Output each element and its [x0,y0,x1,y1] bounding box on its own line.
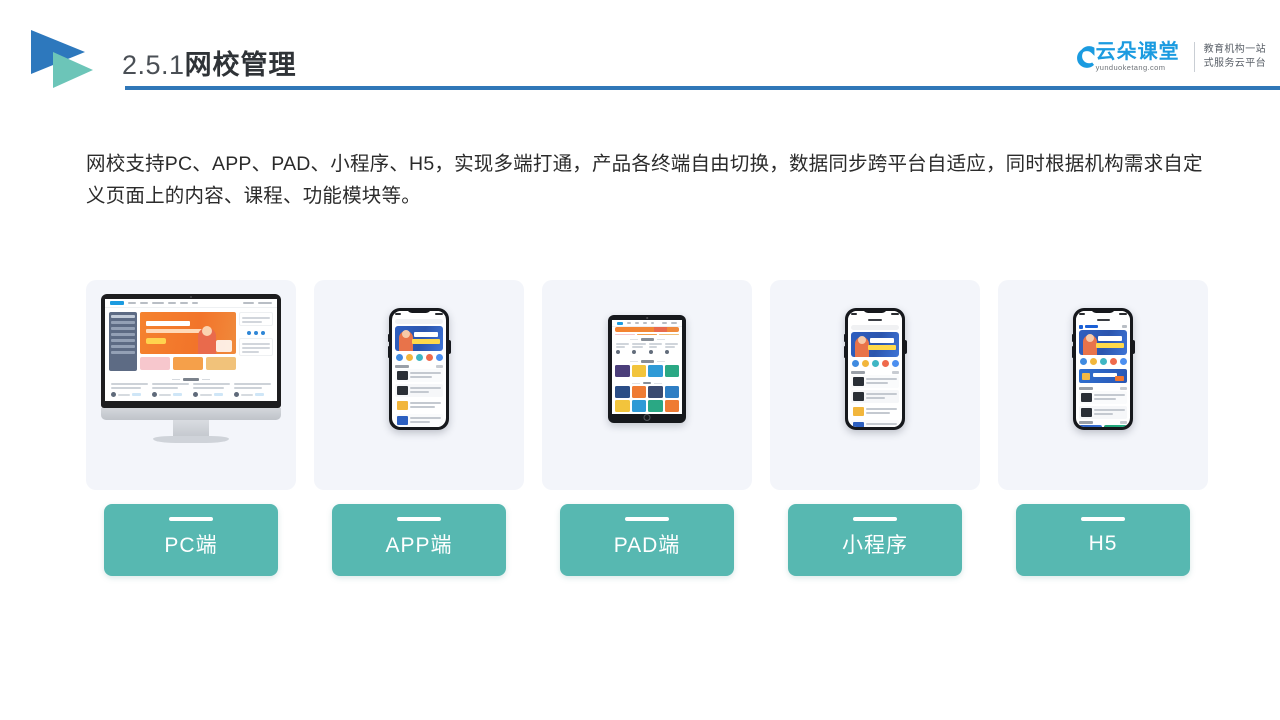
platform-label-text: PC端 [164,534,218,557]
body-paragraph: 网校支持PC、APP、PAD、小程序、H5，实现多端打通，产品各终端自由切换，数… [86,152,1203,207]
platform-label-text: 小程序 [842,534,908,557]
phone-mockup-app [314,280,524,458]
brand-logo: 云朵课堂 yunduoketang.com 教育机构一站 式服务云平台 [1070,34,1266,80]
brand-tagline-line1: 教育机构一站 [1203,44,1266,55]
platform-card-h5[interactable]: H5 [998,280,1208,576]
platform-label-pc[interactable]: PC端 [104,504,278,576]
smartphone-device-icon [843,308,907,430]
label-dash [853,517,897,521]
label-dash [169,517,213,521]
brand-wordmark: 云朵课堂 yunduoketang.com [1096,42,1180,72]
platform-label-text: APP端 [385,534,453,557]
section-title: 网校管理 [184,50,297,80]
header-underline [125,86,1280,90]
platform-label-h5[interactable]: H5 [1016,504,1190,576]
platform-card-pc[interactable]: PC端 [86,280,296,576]
tablet-device-icon [608,315,686,423]
section-number: 2.5.1 [122,50,185,80]
page-title: 2.5.1网校管理 [122,48,297,82]
phone-mockup-h5 [998,280,1208,458]
platform-label-miniprogram[interactable]: 小程序 [788,504,962,576]
slide-header: 2.5.1网校管理 云朵课堂 yunduoketang.com 教育机构一站 式… [0,0,1280,110]
tablet-mockup [542,280,752,458]
platform-label-app[interactable]: APP端 [332,504,506,576]
platform-card-pad[interactable]: PAD端 [542,280,752,576]
brand-logo-mark: 云朵课堂 yunduoketang.com [1070,42,1190,72]
platform-card-row: PC端 APP端 PAD端 小程序 H5 [86,280,1208,576]
platform-card-app[interactable]: APP端 [314,280,524,576]
label-dash [1081,517,1125,521]
brand-name-cn: 云朵课堂 [1095,41,1180,64]
smartphone-device-icon [1071,308,1135,430]
brand-divider [1193,42,1195,72]
platform-card-miniprogram[interactable]: 小程序 [770,280,980,576]
brand-tagline-line2: 式服务云平台 [1203,58,1266,69]
desktop-mockup [86,280,296,458]
platform-label-text: PAD端 [613,534,681,557]
phone-mockup-miniprogram [770,280,980,458]
label-dash [625,517,669,521]
brand-tagline: 教育机构一站 式服务云平台 [1204,43,1266,71]
platform-label-text: H5 [1088,532,1118,555]
smartphone-device-icon [387,308,451,430]
brand-name-en: yunduoketang.com [1095,63,1166,73]
label-dash [397,517,441,521]
platform-label-pad[interactable]: PAD端 [560,504,734,576]
imac-device-icon [101,294,281,444]
play-triangle-logo-icon [31,30,93,88]
